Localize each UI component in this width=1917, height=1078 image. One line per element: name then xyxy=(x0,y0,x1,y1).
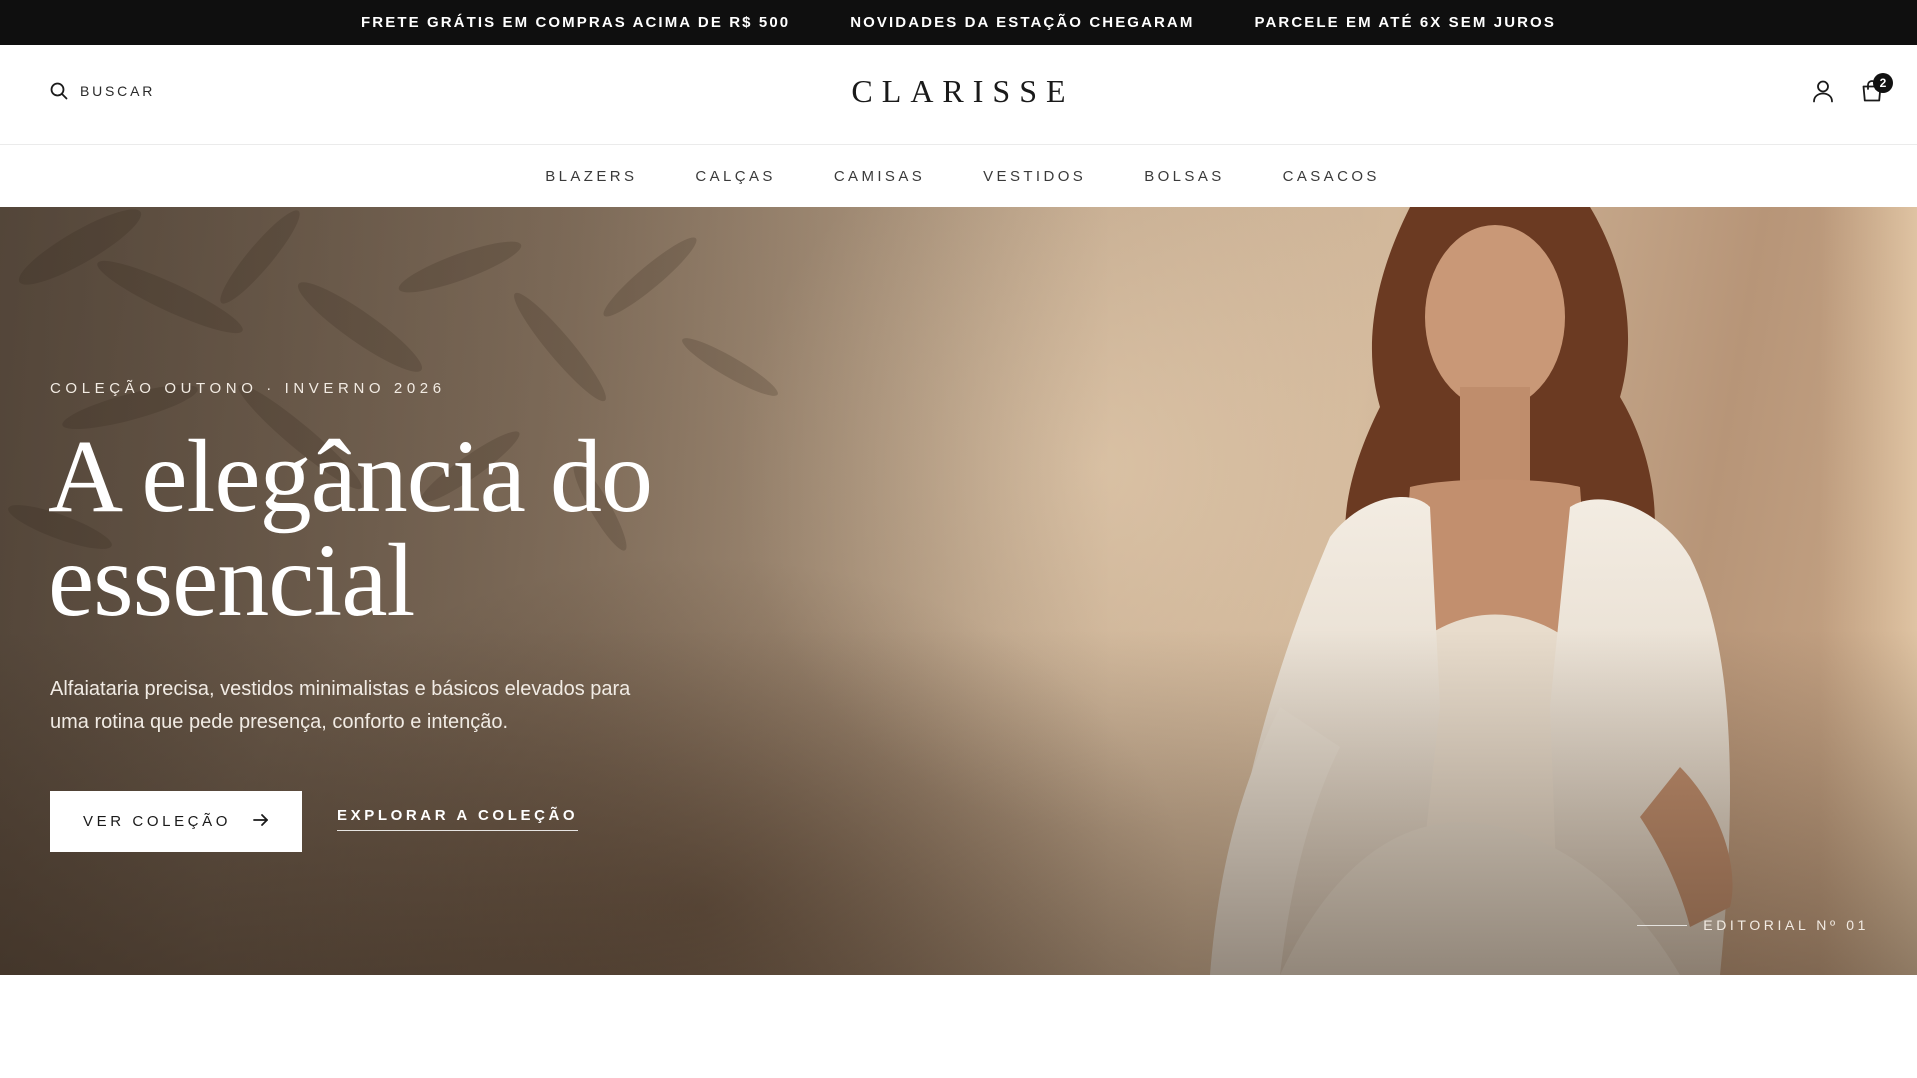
cart-button[interactable]: 2 xyxy=(1860,73,1893,103)
account-button[interactable] xyxy=(1812,79,1834,103)
announcement-installments: PARCELE EM ATÉ 6X SEM JUROS xyxy=(1254,14,1556,31)
nav-item-camisas[interactable]: CAMISAS xyxy=(834,168,925,185)
hero-subtitle: Alfaiataria precisa, vestidos minimalist… xyxy=(50,673,640,739)
editorial-text: EDITORIAL Nº 01 xyxy=(1703,917,1869,933)
search-label: BUSCAR xyxy=(80,83,156,99)
nav-item-casacos[interactable]: CASACOS xyxy=(1283,168,1380,185)
announcement-new-arrivals: NOVIDADES DA ESTAÇÃO CHEGARAM xyxy=(850,14,1195,31)
nav-item-bolsas[interactable]: BOLSAS xyxy=(1144,168,1224,185)
search-button[interactable]: BUSCAR xyxy=(50,82,155,100)
hero-subtitle-line-1: Alfaiataria precisa, vestidos minimalist… xyxy=(50,678,631,700)
arrow-right-icon xyxy=(253,813,269,830)
hero-title: A elegância do essencial xyxy=(48,425,808,633)
hero-eyebrow: COLEÇÃO OUTONO · INVERNO 2026 xyxy=(50,380,446,397)
cart-count-badge: 2 xyxy=(1873,73,1893,93)
nav-item-blazers[interactable]: BLAZERS xyxy=(545,168,637,185)
editorial-divider xyxy=(1637,924,1688,926)
site-header: BUSCAR CLARISSE 2 xyxy=(0,45,1917,145)
header-actions: 2 xyxy=(1812,73,1893,103)
hero-banner: COLEÇÃO OUTONO · INVERNO 2026 A elegânci… xyxy=(0,207,1917,975)
explore-collection-link[interactable]: EXPLORAR A COLEÇÃO xyxy=(337,807,579,831)
hero-title-line-2: essencial xyxy=(48,523,415,638)
user-icon xyxy=(1812,79,1834,103)
editorial-label: EDITORIAL Nº 01 xyxy=(1637,917,1869,933)
nav-item-calcas[interactable]: CALÇAS xyxy=(695,168,775,185)
announcement-bar: FRETE GRÁTIS EM COMPRAS ACIMA DE R$ 500 … xyxy=(0,0,1917,45)
announcement-free-shipping: FRETE GRÁTIS EM COMPRAS ACIMA DE R$ 500 xyxy=(361,14,791,31)
nav-item-vestidos[interactable]: VESTIDOS xyxy=(983,168,1086,185)
main-navigation: BLAZERS CALÇAS CAMISAS VESTIDOS BOLSAS C… xyxy=(0,146,1917,207)
hero-subtitle-line-2: uma rotina que pede presença, conforto e… xyxy=(50,711,509,733)
logo-container: CLARISSE xyxy=(0,73,1917,110)
brand-logo[interactable]: CLARISSE xyxy=(851,73,1074,109)
hero-title-line-1: A elegância do xyxy=(48,419,653,534)
view-collection-button[interactable]: VER COLEÇÃO xyxy=(50,791,302,852)
view-collection-label: VER COLEÇÃO xyxy=(83,813,231,830)
search-icon xyxy=(50,82,68,100)
